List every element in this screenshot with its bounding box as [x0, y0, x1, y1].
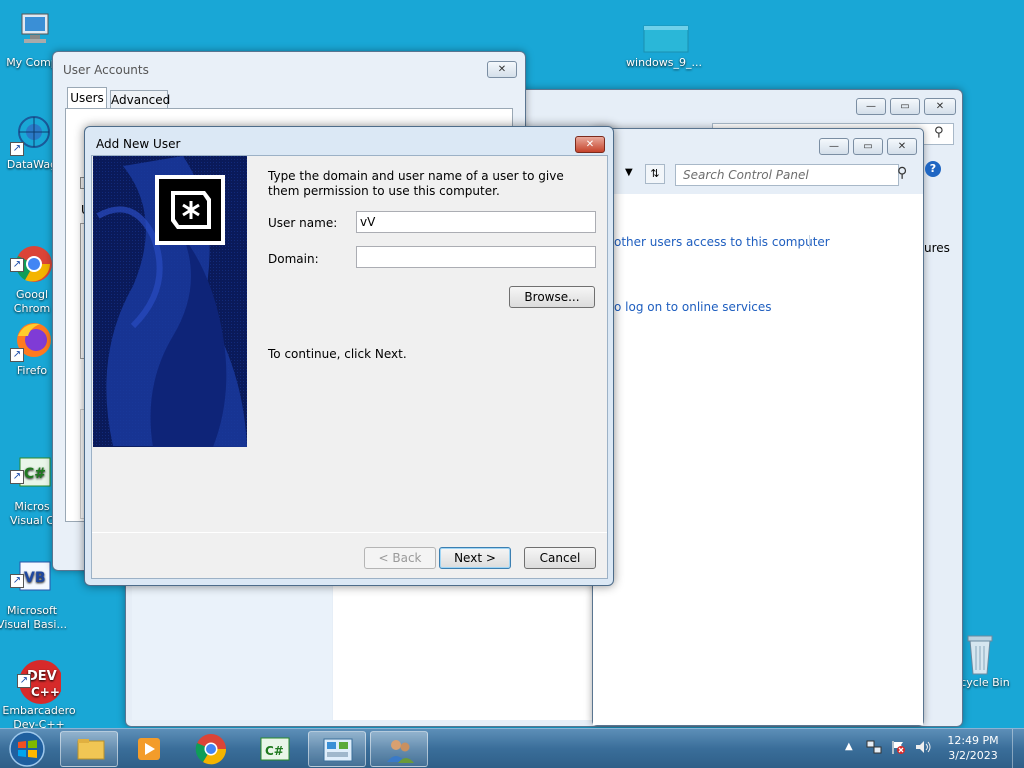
left-pane-back	[132, 585, 332, 720]
close-button[interactable]: ✕	[487, 61, 517, 78]
control-panel-window[interactable]: — ▭ ✕ ▼ ⇅ Search Control Panel ⚲ ? other…	[592, 128, 941, 726]
taskbar: C# ▲ 12:49 PM 3/2/2023	[0, 728, 1024, 768]
search-icon[interactable]: ⚲	[934, 125, 944, 140]
shortcut-arrow-icon: ↗	[10, 470, 24, 484]
desktop-icon-windows-folder[interactable]: windows_9_...	[624, 22, 704, 70]
folder-icon	[642, 22, 689, 54]
network-icon[interactable]	[866, 739, 882, 755]
minimize-button[interactable]: —	[856, 98, 886, 115]
desktop-icon-label: Microsoft Visual Basi...	[0, 604, 67, 631]
svg-text:C#: C#	[265, 744, 284, 758]
close-button[interactable]: ✕	[887, 138, 917, 155]
taskbar-chrome[interactable]	[182, 731, 240, 767]
visual-basic-icon: VB ↗	[10, 544, 54, 591]
computer-icon	[10, 10, 54, 54]
refresh-button[interactable]: ⇅	[645, 164, 665, 184]
taskbar-visual-csharp[interactable]: C#	[246, 731, 304, 767]
tab-users[interactable]: Users	[67, 87, 107, 109]
window-title: User Accounts	[63, 63, 149, 77]
close-button[interactable]: ✕	[575, 136, 605, 153]
username-input[interactable]: vV	[356, 211, 596, 233]
search-icon[interactable]: ⚲	[897, 165, 907, 181]
search-input[interactable]: Search Control Panel	[675, 164, 899, 186]
maximize-button[interactable]: ▭	[853, 138, 883, 155]
search-placeholder: Search Control Panel	[683, 168, 809, 182]
show-hidden-icons-arrow[interactable]: ▲	[845, 741, 853, 752]
svg-text:C#: C#	[24, 466, 46, 482]
clock-date: 3/2/2023	[948, 749, 998, 762]
taskbar-explorer[interactable]	[60, 731, 118, 767]
tab-label: Advanced	[111, 93, 171, 107]
shortcut-arrow-icon: ↗	[10, 348, 24, 362]
divider	[92, 532, 607, 533]
link-online-services[interactable]: o log on to online services	[614, 300, 772, 314]
taskbar-control-panel[interactable]	[308, 731, 366, 767]
shortcut-arrow-icon: ↗	[10, 258, 24, 272]
text-fragment: ures	[924, 241, 950, 255]
minimize-button[interactable]: —	[819, 138, 849, 155]
close-button[interactable]: ✕	[924, 98, 956, 115]
chrome-icon: ↗	[10, 228, 54, 282]
svg-text:DEV: DEV	[27, 669, 57, 684]
tab-label: Users	[70, 91, 104, 105]
next-button[interactable]: Next >	[439, 547, 511, 569]
maximize-button[interactable]: ▭	[890, 98, 920, 115]
action-center-flag-icon[interactable]	[890, 739, 906, 755]
datawag-icon: ↗	[10, 112, 54, 156]
windows-logo-icon	[9, 731, 45, 767]
clock-time: 12:49 PM	[947, 734, 999, 747]
svg-text:C++: C++	[31, 685, 60, 699]
svg-text:VB: VB	[24, 570, 46, 586]
folder-icon	[77, 739, 105, 760]
back-button[interactable]: < Back	[364, 547, 436, 569]
dialog-title: Add New User	[96, 137, 181, 151]
clock[interactable]: 12:49 PM 3/2/2023	[940, 733, 1006, 763]
visual-csharp-icon: C#	[260, 737, 290, 761]
devcpp-icon: DEV C++ ↗	[17, 644, 63, 704]
desktop-icon-label: windows_9_...	[626, 56, 702, 69]
taskbar-user-accounts[interactable]	[370, 731, 428, 767]
domain-label: Domain:	[268, 252, 319, 266]
show-desktop-button[interactable]	[1012, 729, 1024, 768]
taskbar-media-player[interactable]	[120, 731, 178, 767]
dialog-body: Type the domain and user name of a user …	[91, 155, 608, 579]
shortcut-arrow-icon: ↗	[10, 574, 24, 588]
add-new-user-dialog[interactable]: Add New User ✕ Type the domain and user …	[84, 126, 614, 586]
shortcut-arrow-icon: ↗	[17, 674, 31, 688]
media-player-icon	[138, 738, 160, 760]
continue-text: To continue, click Next.	[268, 347, 407, 361]
chrome-icon	[195, 734, 227, 765]
volume-icon[interactable]	[914, 739, 932, 755]
dropdown-arrow-icon[interactable]: ▼	[625, 167, 633, 178]
link-separator	[809, 235, 810, 249]
key-icon	[155, 175, 225, 245]
help-icon[interactable]: ?	[925, 161, 941, 177]
control-panel-content: other users access to this computer o lo…	[593, 194, 923, 725]
users-icon	[387, 740, 414, 763]
cancel-button[interactable]: Cancel	[524, 547, 596, 569]
browse-button[interactable]: Browse...	[509, 286, 595, 308]
control-panel-icon	[323, 738, 353, 762]
start-button[interactable]	[4, 730, 50, 768]
link-other-users-access[interactable]: other users access to this computer	[614, 235, 830, 249]
domain-input[interactable]	[356, 246, 596, 268]
visual-csharp-icon: C# ↗	[10, 440, 54, 487]
shortcut-arrow-icon: ↗	[10, 142, 24, 156]
tab-advanced[interactable]: Advanced	[110, 90, 171, 109]
firefox-icon: ↗	[10, 318, 54, 362]
username-label: User name:	[268, 216, 338, 230]
instruction-text: Type the domain and user name of a user …	[268, 169, 564, 198]
